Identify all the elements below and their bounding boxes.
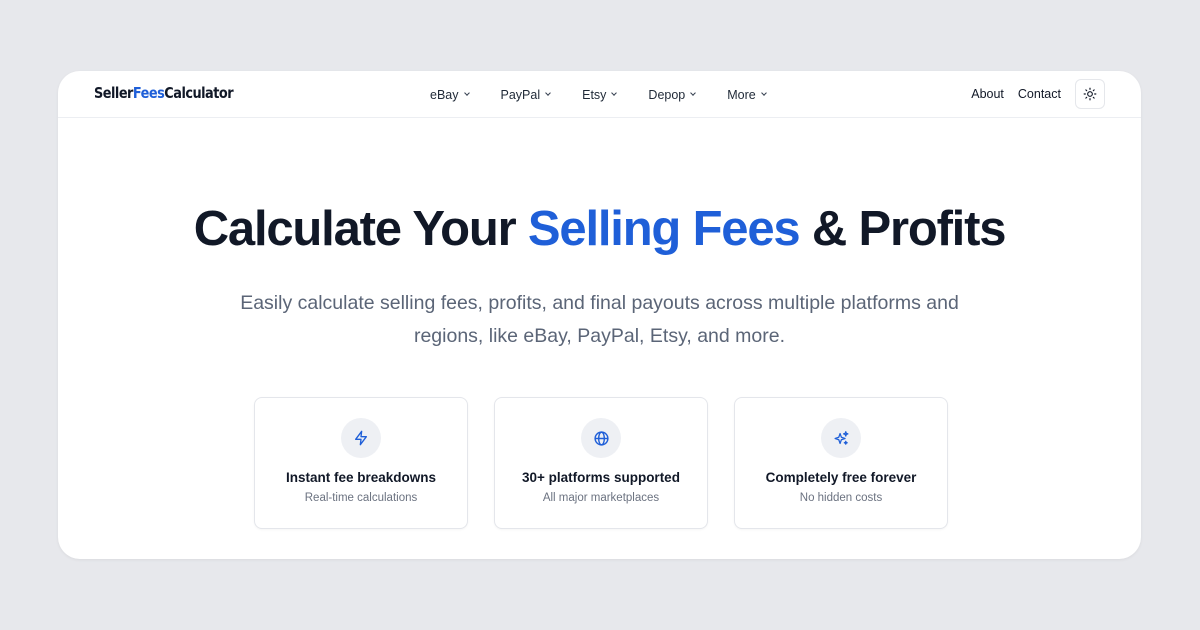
feature-card-instant: Instant fee breakdowns Real-time calcula… — [254, 397, 468, 529]
chevron-down-icon — [690, 90, 697, 96]
feature-subtitle: No hidden costs — [799, 492, 883, 504]
feature-card-platforms: 30+ platforms supported All major market… — [494, 397, 708, 529]
logo-part-calculator: Calculator — [164, 84, 234, 102]
nav-right-links: About Contact — [971, 79, 1105, 109]
chevron-down-icon — [463, 90, 470, 96]
chevron-down-icon — [760, 90, 767, 96]
hero-title: Calculate Your Selling Fees & Profits — [58, 201, 1141, 257]
theme-toggle-button[interactable] — [1075, 79, 1105, 109]
logo-part-fees: Fees — [132, 84, 165, 102]
site-logo[interactable]: SellerFeesCalculator — [94, 83, 234, 103]
chevron-down-icon — [611, 90, 618, 96]
feature-subtitle: Real-time calculations — [304, 492, 418, 504]
logo-part-seller: Seller — [94, 84, 133, 102]
globe-icon — [581, 418, 621, 458]
nav-item-ebay[interactable]: eBay — [430, 87, 470, 102]
nav-item-depop[interactable]: Depop — [648, 87, 697, 102]
contact-link[interactable]: Contact — [1018, 87, 1061, 101]
chevron-down-icon — [545, 90, 551, 96]
top-navbar: SellerFeesCalculator eBay PayPal Etsy De… — [58, 71, 1141, 118]
main-card: SellerFeesCalculator eBay PayPal Etsy De… — [58, 71, 1141, 559]
main-menu: eBay PayPal Etsy Depop More — [430, 71, 767, 118]
nav-item-label: Depop — [648, 87, 686, 102]
hero-title-start: Calculate Your — [193, 202, 528, 256]
feature-cards: Instant fee breakdowns Real-time calcula… — [254, 397, 948, 529]
nav-item-label: Etsy — [582, 87, 607, 102]
nav-item-more[interactable]: More — [727, 87, 767, 102]
sun-icon — [1083, 87, 1097, 101]
hero-title-end: & Profits — [799, 202, 1007, 256]
nav-item-paypal[interactable]: PayPal — [501, 88, 551, 102]
nav-item-label: eBay — [430, 87, 459, 102]
feature-title: Instant fee breakdowns — [285, 470, 437, 485]
nav-item-label: More — [727, 87, 756, 102]
lightning-icon — [341, 418, 381, 458]
feature-card-free: Completely free forever No hidden costs — [734, 397, 948, 529]
sparkles-icon — [821, 418, 861, 458]
hero-title-accent: Selling Fees — [527, 202, 801, 256]
about-link[interactable]: About — [971, 87, 1004, 101]
feature-title: 30+ platforms supported — [522, 470, 680, 485]
nav-item-etsy[interactable]: Etsy — [582, 87, 618, 102]
hero-subtitle: Easily calculate selling fees, profits, … — [240, 292, 959, 347]
feature-title: Completely free forever — [765, 470, 917, 485]
nav-item-label: PayPal — [500, 87, 541, 102]
feature-subtitle: All major marketplaces — [542, 492, 660, 504]
